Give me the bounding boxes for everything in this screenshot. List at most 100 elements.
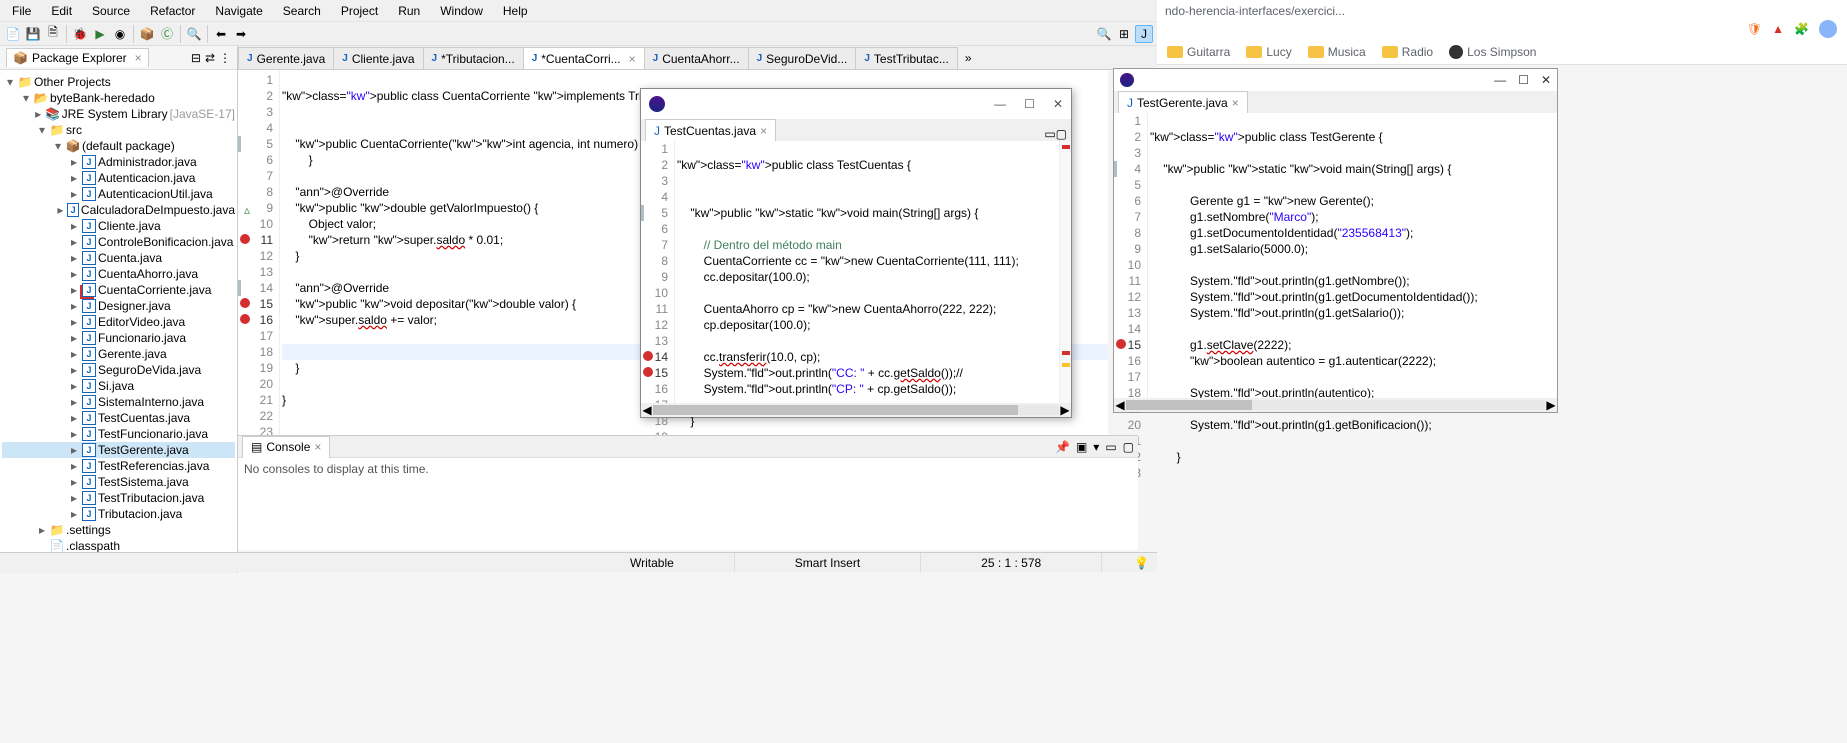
profile-avatar-icon[interactable] <box>1819 20 1837 38</box>
extension-redistribute-icon[interactable]: ▲ <box>1772 22 1784 36</box>
minimize-view-icon[interactable]: ▭ <box>1105 440 1116 454</box>
editor-tab[interactable]: J*Tributacion... <box>423 47 524 69</box>
bookmark-folder[interactable]: Musica <box>1308 45 1366 59</box>
tree-node[interactable]: ▸J SistemaInterno.java <box>2 394 235 410</box>
close-icon[interactable]: ✕ <box>1541 73 1551 87</box>
tree-twist-icon[interactable]: ▸ <box>68 187 80 201</box>
tree-twist-icon[interactable]: ▸ <box>68 427 80 441</box>
tree-twist-icon[interactable]: ▸ <box>68 395 80 409</box>
tree-node[interactable]: ▸J Administrador.java <box>2 154 235 170</box>
menu-run[interactable]: Run <box>390 1 428 21</box>
tree-twist-icon[interactable]: ▸ <box>68 491 80 505</box>
horizontal-scrollbar[interactable]: ◀▶ <box>641 403 1071 417</box>
pin-console-icon[interactable]: 📌 <box>1055 440 1070 454</box>
tree-twist-icon[interactable]: ▸ <box>68 507 80 521</box>
tree-node[interactable]: ▸J TestSistema.java <box>2 474 235 490</box>
bookmark-folder[interactable]: Radio <box>1382 45 1433 59</box>
tree-twist-icon[interactable]: ▸ <box>68 331 80 345</box>
window-titlebar[interactable]: — ☐ ✕ <box>641 89 1071 119</box>
tree-node[interactable]: ▸J TestTributacion.java <box>2 490 235 506</box>
editor-tab[interactable]: JCliente.java <box>333 47 423 69</box>
tree-twist-icon[interactable]: ▸ <box>68 267 80 281</box>
tree-node[interactable]: ▸J Funcionario.java <box>2 330 235 346</box>
tree-node[interactable]: ▸J AutenticacionUtil.java <box>2 186 235 202</box>
browser-tab[interactable]: ndo-herencia-interfaces/exercici... <box>1157 0 1353 22</box>
extensions-icon[interactable]: 🧩 <box>1794 22 1809 36</box>
view-menu-icon[interactable]: ⋮ <box>219 51 231 65</box>
menu-window[interactable]: Window <box>432 1 491 21</box>
close-icon[interactable]: × <box>135 51 142 65</box>
minimize-icon[interactable]: — <box>1494 73 1506 87</box>
editor-tab[interactable]: JSeguroDeVid... <box>748 47 857 69</box>
editor-tab[interactable]: J*CuentaCorri...× <box>523 47 645 69</box>
package-explorer-tab[interactable]: 📦 Package Explorer × <box>6 48 149 67</box>
tree-twist-icon[interactable]: ▸ <box>68 299 80 313</box>
tree-twist-icon[interactable]: ▸ <box>68 251 80 265</box>
extension-shield-icon[interactable]: 🛡 <box>1747 22 1762 36</box>
tree-node[interactable]: ▸J TestReferencias.java <box>2 458 235 474</box>
close-icon[interactable]: × <box>314 440 321 454</box>
close-icon[interactable]: × <box>760 124 767 138</box>
tree-node[interactable]: ▸J ControleBonificacion.java <box>2 234 235 250</box>
more-tabs-icon[interactable]: » <box>957 47 980 69</box>
editor-tab[interactable]: J TestGerente.java × <box>1118 91 1248 113</box>
tree-node[interactable]: ▸J TestCuentas.java <box>2 410 235 426</box>
maximize-view-icon[interactable]: ▢ <box>1056 127 1067 141</box>
tree-twist-icon[interactable]: ▸ <box>68 219 80 233</box>
tree-node[interactable]: ▸J Designer.java <box>2 298 235 314</box>
close-icon[interactable]: ✕ <box>1053 97 1063 111</box>
editor-body[interactable]: 123456789101112131415161718192021 "kw">c… <box>641 141 1071 403</box>
coverage-icon[interactable]: ◉ <box>111 25 129 43</box>
tree-twist-icon[interactable]: ▸ <box>68 347 80 361</box>
java-perspective-icon[interactable]: J <box>1135 25 1153 43</box>
back-icon[interactable]: ⬅ <box>212 25 230 43</box>
menu-edit[interactable]: Edit <box>43 1 80 21</box>
tree-node[interactable]: ▸J Tributacion.java <box>2 506 235 522</box>
tree-node[interactable]: ▾📂 byteBank-heredado <box>2 90 235 106</box>
tree-twist-icon[interactable]: ▾ <box>4 75 16 89</box>
open-type-icon[interactable]: 🔍 <box>185 25 203 43</box>
tree-twist-icon[interactable]: ▸ <box>68 171 80 185</box>
maximize-icon[interactable]: ☐ <box>1518 73 1529 87</box>
tree-node[interactable]: ▸J Cliente.java <box>2 218 235 234</box>
tree-twist-icon[interactable]: ▾ <box>20 91 32 105</box>
package-tree[interactable]: ▾📁 Other Projects▾📂 byteBank-heredado▸📚 … <box>0 70 237 573</box>
tree-node[interactable]: ▸J CuentaAhorro.java <box>2 266 235 282</box>
tree-node[interactable]: ▸J SeguroDeVida.java <box>2 362 235 378</box>
tree-twist-icon[interactable]: ▸ <box>36 523 48 537</box>
bookmark-item[interactable]: Los Simpson <box>1449 45 1536 59</box>
menu-project[interactable]: Project <box>333 1 386 21</box>
tree-twist-icon[interactable]: ▾ <box>52 139 64 153</box>
tree-twist-icon[interactable]: ▸ <box>68 315 80 329</box>
menu-refactor[interactable]: Refactor <box>142 1 203 21</box>
menu-search[interactable]: Search <box>275 1 329 21</box>
collapse-all-icon[interactable]: ⊟ <box>191 51 201 65</box>
maximize-view-icon[interactable]: ▢ <box>1123 440 1134 454</box>
save-all-icon[interactable]: 🗎 <box>44 25 62 43</box>
tree-twist-icon[interactable]: ▸ <box>56 203 66 217</box>
tree-node[interactable]: ▾📁 src <box>2 122 235 138</box>
console-tab[interactable]: ▤ Console × <box>242 436 330 458</box>
tree-twist-icon[interactable]: ▸ <box>68 283 80 297</box>
run-icon[interactable]: ▶ <box>91 25 109 43</box>
tree-twist-icon[interactable]: ▸ <box>68 235 80 249</box>
bookmark-folder[interactable]: Guitarra <box>1167 45 1230 59</box>
new-icon[interactable]: 📄 <box>4 25 22 43</box>
tree-node[interactable]: ▾📁 Other Projects <box>2 74 235 90</box>
search-icon[interactable]: 🔍 <box>1095 25 1113 43</box>
menu-file[interactable]: File <box>4 1 39 21</box>
tip-icon[interactable]: 💡 <box>1134 556 1149 570</box>
overview-ruler[interactable] <box>1059 141 1071 403</box>
tree-node[interactable]: ▸J TestFuncionario.java <box>2 426 235 442</box>
display-console-icon[interactable]: ▣ <box>1076 440 1087 454</box>
tree-node[interactable]: ▸📚 JRE System Library [JavaSE-17] <box>2 106 235 122</box>
menu-help[interactable]: Help <box>495 1 536 21</box>
open-perspective-icon[interactable]: ⊞ <box>1115 25 1133 43</box>
close-icon[interactable]: × <box>1232 96 1239 110</box>
minimize-icon[interactable]: — <box>994 97 1006 111</box>
save-icon[interactable]: 💾 <box>24 25 42 43</box>
maximize-icon[interactable]: ☐ <box>1024 97 1035 111</box>
tree-node[interactable]: ▸J CalculadoraDeImpuesto.java <box>2 202 235 218</box>
editor-tab[interactable]: JCuentaAhorr... <box>644 47 749 69</box>
tree-twist-icon[interactable]: ▸ <box>68 411 80 425</box>
